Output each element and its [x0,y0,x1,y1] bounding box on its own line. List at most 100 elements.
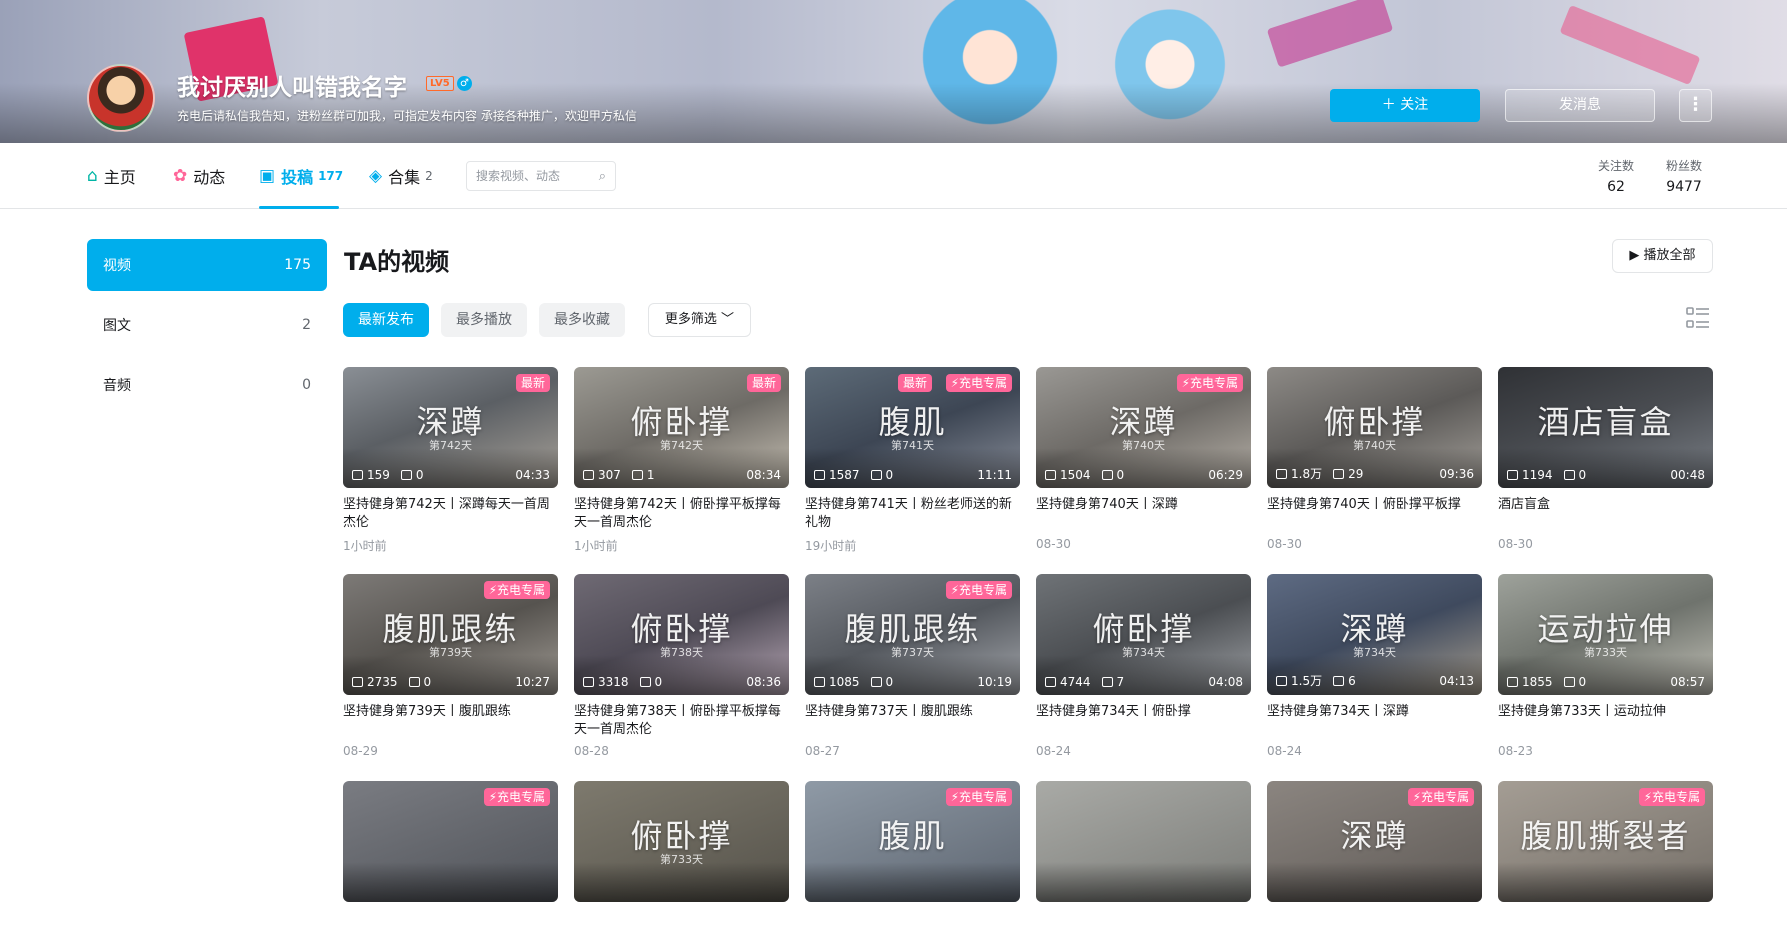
video-title[interactable]: 坚持健身第742天丨俯卧撑平板撑每天一首周杰伦 [574,496,789,532]
following-stat[interactable]: 关注数 62 [1598,157,1634,195]
tab-uploads[interactable]: ▣ 投稿 177 [259,143,343,209]
video-card[interactable]: 深蹲 第740天 ⚡充电专属 1504 0 06:29 坚持健身第740天丨深蹲 08-30 [1036,367,1251,551]
more-options-button[interactable]: ⋮ [1679,89,1712,122]
video-card[interactable]: 俯卧撑 第742天 最新 307 1 08:34 坚持健身第742天丨俯卧撑平板撑每天一首周… [574,367,789,554]
video-title[interactable]: 坚持健身第733天丨运动拉伸 [1498,703,1713,739]
video-thumbnail[interactable]: 深蹲 第740天 ⚡充电专属 1504 0 06:29 [1036,367,1251,488]
video-stats: 1194 0 00:48 [1507,468,1705,482]
video-card[interactable]: 腹肌跟练 第737天 ⚡充电专属 1085 0 10:19 坚持健身第737天丨腹肌跟练 08… [805,574,1020,758]
filter-most-favorited[interactable]: 最多收藏 [539,303,625,337]
video-thumbnail[interactable]: 深蹲 第742天 最新 159 0 04:33 [343,367,558,488]
danmaku-count: 0 [415,468,424,482]
side-item-article[interactable]: 图文 2 [87,299,327,351]
followers-stat[interactable]: 粉丝数 9477 [1666,157,1702,195]
video-card[interactable]: 腹肌 ⚡充电专属 [805,781,1020,951]
video-card[interactable]: 深蹲 第742天 最新 159 0 04:33 坚持健身第742天丨深蹲每天一首周杰伦 1小时… [343,367,558,554]
video-title[interactable] [1267,910,1482,946]
video-card[interactable]: 深蹲 ⚡充电专属 [1267,781,1482,951]
tab-count: 2 [425,169,433,183]
thumbnail-caption: 深蹲 [1340,817,1409,855]
video-thumbnail[interactable]: 酒店盲盒 1194 0 00:48 [1498,367,1713,488]
play-count-icon [352,677,363,687]
search-icon[interactable]: ⌕ [599,169,606,184]
video-title[interactable]: 坚持健身第740天丨俯卧撑平板撑 [1267,496,1482,532]
avatar[interactable] [87,64,155,132]
video-title[interactable] [343,910,558,946]
video-title[interactable] [574,910,789,946]
video-thumbnail[interactable]: 俯卧撑 第742天 最新 307 1 08:34 [574,367,789,488]
content-type-menu: 视频 175 图文 2 音频 0 [87,239,327,419]
video-badge: ⚡充电专属 [1638,788,1705,806]
video-title[interactable] [1498,910,1713,946]
video-thumbnail[interactable] [1036,781,1251,902]
tab-home[interactable]: ⌂ 主页 [87,143,136,209]
more-filter-dropdown[interactable]: 更多筛选 ﹀ [648,303,751,337]
video-title[interactable]: 坚持健身第741天丨粉丝老师送的新礼物 [805,496,1020,532]
video-card[interactable]: 俯卧撑 第738天 3318 0 08:36 坚持健身第738天丨俯卧撑平板撑每天一首周杰… [574,574,789,758]
video-card[interactable]: 俯卧撑 第740天 1.8万 29 09:36 坚持健身第740天丨俯卧撑平板撑 08-30 [1267,367,1482,551]
video-thumbnail[interactable]: 俯卧撑 第740天 1.8万 29 09:36 [1267,367,1482,488]
tab-collections[interactable]: ◈ 合集 2 [369,143,433,209]
video-thumbnail[interactable]: 运动拉伸 第733天 1855 0 08:57 [1498,574,1713,695]
video-thumbnail[interactable]: 深蹲 ⚡充电专属 [1267,781,1482,902]
video-card[interactable]: 俯卧撑 第734天 4744 7 04:08 坚持健身第734天丨俯卧撑 08-24 [1036,574,1251,758]
danmaku-count-icon [639,677,651,687]
video-thumbnail[interactable]: 腹肌跟练 第737天 ⚡充电专属 1085 0 10:19 [805,574,1020,695]
tab-dynamic[interactable]: ✿ 动态 [173,143,225,209]
video-date: 08-23 [1498,744,1533,758]
upload-icon: ▣ [259,166,276,186]
video-thumbnail[interactable]: 腹肌撕裂者 ⚡充电专属 [1498,781,1713,902]
play-all-button[interactable]: ▶ 播放全部 [1612,239,1713,273]
follow-button[interactable]: ＋ 关注 [1330,89,1480,122]
video-thumbnail[interactable]: 俯卧撑 第734天 4744 7 04:08 [1036,574,1251,695]
video-badge: ⚡充电专属 [483,788,550,806]
play-count: 1.5万 [1291,674,1323,688]
video-title[interactable]: 坚持健身第738天丨俯卧撑平板撑每天一首周杰伦 [574,703,789,739]
video-card[interactable]: 深蹲 第734天 1.5万 6 04:13 坚持健身第734天丨深蹲 08-24 [1267,574,1482,758]
tab-label: 动态 [193,168,226,187]
video-card[interactable] [1036,781,1251,951]
video-card[interactable]: 腹肌撕裂者 ⚡充电专属 [1498,781,1713,951]
video-card[interactable]: 腹肌 第741天 ⚡充电专属 最新 1587 0 11:11 坚持健身第741天丨粉丝老师送的… [805,367,1020,554]
video-card[interactable]: 俯卧撑 第733天 [574,781,789,951]
video-title[interactable]: 酒店盲盒 [1498,496,1713,532]
video-title[interactable]: 坚持健身第737天丨腹肌跟练 [805,703,1020,739]
play-count: 1855 [1522,675,1553,689]
video-thumbnail[interactable]: 腹肌 ⚡充电专属 [805,781,1020,902]
video-card[interactable]: ⚡充电专属 [343,781,558,951]
filter-most-played[interactable]: 最多播放 [441,303,527,337]
side-item-audio[interactable]: 音频 0 [87,359,327,411]
play-count-icon [1045,677,1056,687]
danmaku-count: 0 [885,675,894,689]
search-input[interactable] [476,169,588,183]
list-view-toggle-icon[interactable] [1686,306,1710,330]
video-thumbnail[interactable]: 腹肌跟练 第739天 ⚡充电专属 2735 0 10:27 [343,574,558,695]
play-count-icon [1507,470,1518,480]
video-title[interactable]: 坚持健身第742天丨深蹲每天一首周杰伦 [343,496,558,532]
video-stats: 1.8万 29 09:36 [1276,465,1474,482]
danmaku-count-icon [870,470,882,480]
side-item-video[interactable]: 视频 175 [87,239,327,291]
filter-latest[interactable]: 最新发布 [343,303,429,337]
video-title[interactable]: 坚持健身第739天丨腹肌跟练 [343,703,558,739]
tab-label: 合集 [388,168,421,187]
video-title[interactable] [1036,910,1251,946]
video-card[interactable]: 酒店盲盒 1194 0 00:48 酒店盲盒 08-30 [1498,367,1713,551]
active-tab-indicator [259,206,339,209]
video-card[interactable]: 腹肌跟练 第739天 ⚡充电专属 2735 0 10:27 坚持健身第739天丨腹肌跟练 08… [343,574,558,758]
video-title[interactable]: 坚持健身第734天丨俯卧撑 [1036,703,1251,739]
video-thumbnail[interactable]: ⚡充电专属 [343,781,558,902]
video-duration: 11:11 [977,468,1012,482]
video-title[interactable]: 坚持健身第734天丨深蹲 [1267,703,1482,739]
video-thumbnail[interactable]: 俯卧撑 第733天 [574,781,789,902]
video-title[interactable] [805,910,1020,946]
video-thumbnail[interactable]: 俯卧撑 第738天 3318 0 08:36 [574,574,789,695]
username[interactable]: 我讨厌别人叫错我名字 [177,68,407,102]
play-count-icon [583,470,594,480]
video-title[interactable]: 坚持健身第740天丨深蹲 [1036,496,1251,532]
collection-icon: ◈ [369,166,383,186]
video-thumbnail[interactable]: 深蹲 第734天 1.5万 6 04:13 [1267,574,1482,695]
video-card[interactable]: 运动拉伸 第733天 1855 0 08:57 坚持健身第733天丨运动拉伸 08-23 [1498,574,1713,758]
video-thumbnail[interactable]: 腹肌 第741天 ⚡充电专属 最新 1587 0 11:11 [805,367,1020,488]
send-message-button[interactable]: 发消息 [1505,89,1655,122]
